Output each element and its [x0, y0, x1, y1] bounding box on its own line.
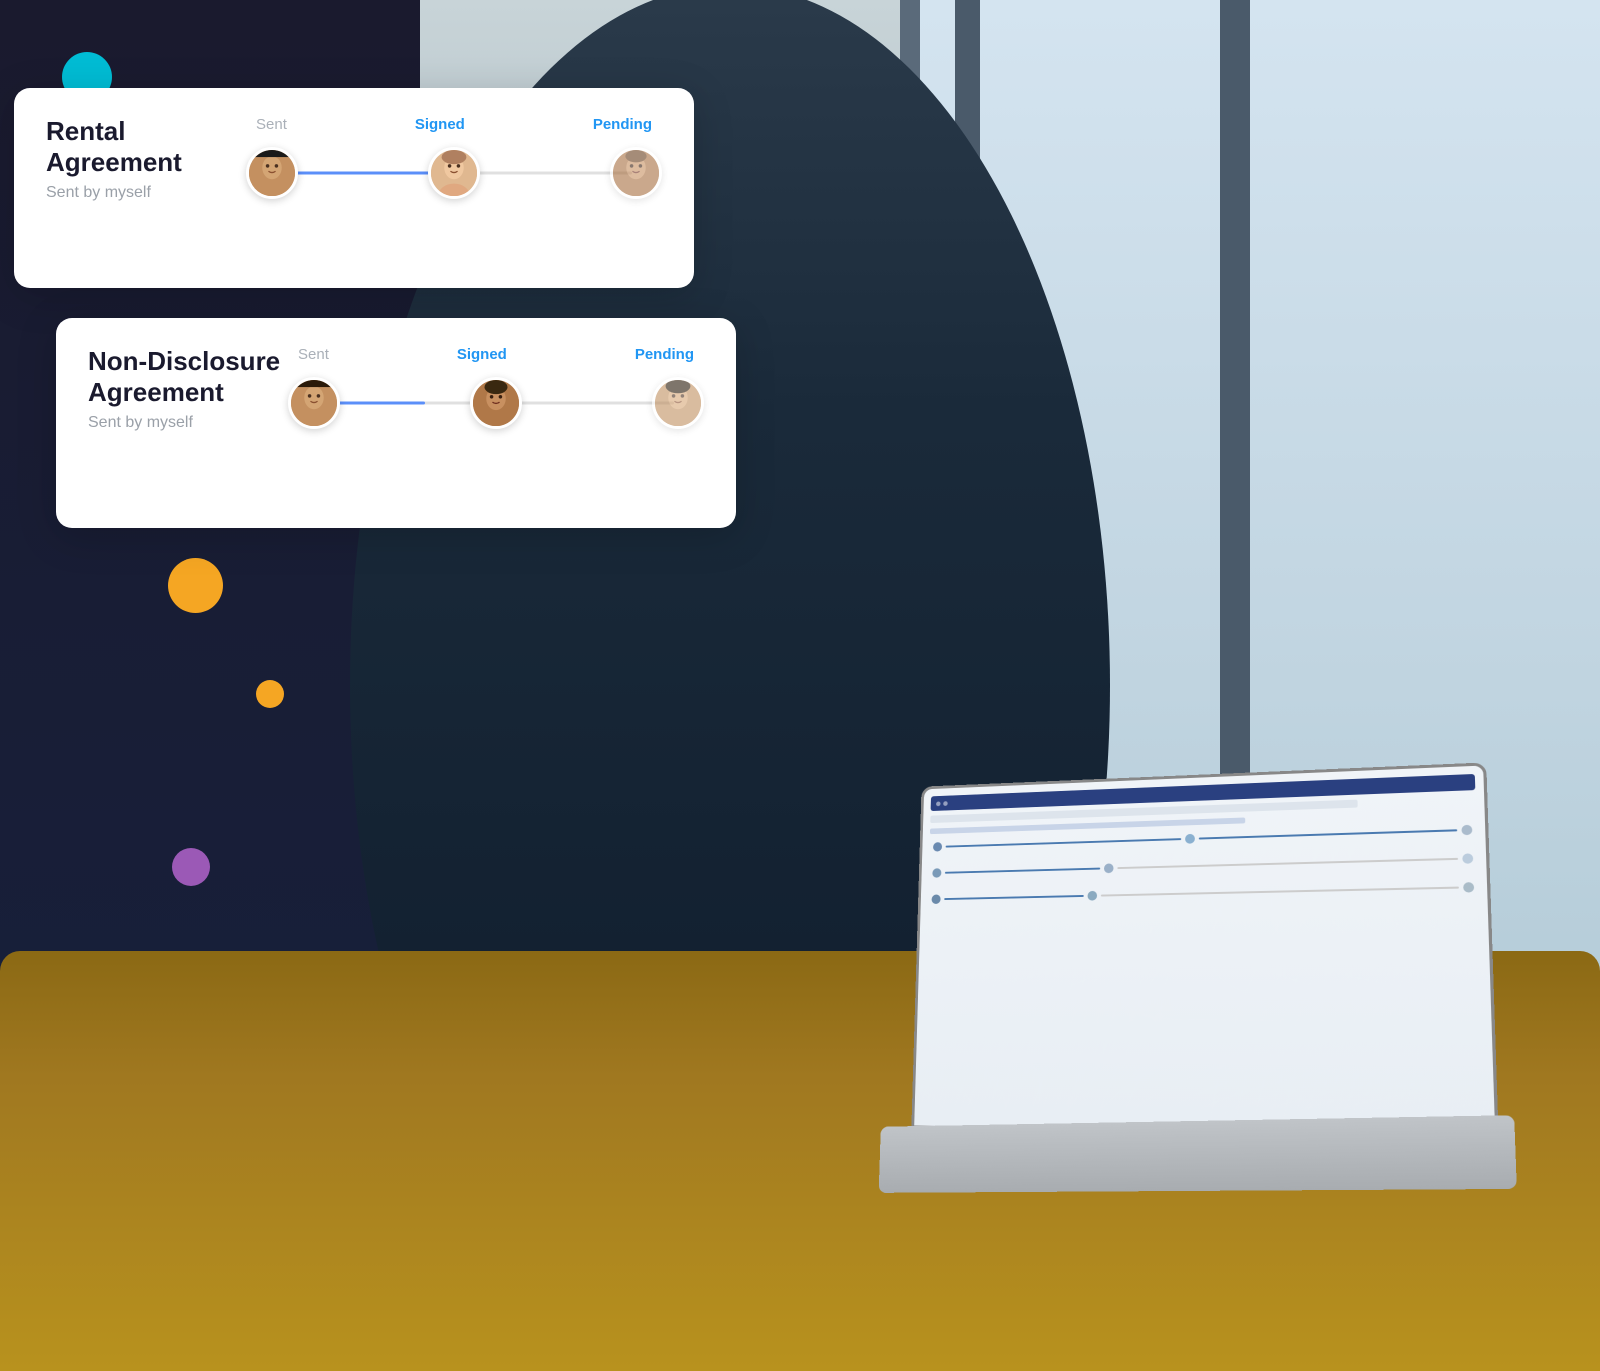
status-sent-label: Sent: [256, 116, 287, 133]
track-avatars-2: [288, 377, 704, 429]
status-signed-label: Signed: [415, 116, 465, 133]
face-2: [431, 150, 477, 196]
signer-4-avatar: [288, 377, 340, 429]
card-sent-by-2: Sent by myself: [88, 414, 288, 432]
card-progress: Sent Signed Pending: [246, 116, 662, 203]
card-title-2: Non-Disclosure Agreement: [88, 346, 288, 408]
card-sent-by: Sent by myself: [46, 184, 246, 202]
status-pending-label: Pending: [593, 116, 652, 133]
status-signed-label-2: Signed: [457, 346, 507, 363]
face-4: [291, 380, 337, 426]
status-sent-label-2: Sent: [298, 346, 329, 363]
status-labels: Sent Signed Pending: [246, 116, 662, 133]
face-6: [655, 380, 701, 426]
signer-6-avatar: [652, 377, 704, 429]
circle-yellow-small-decoration: [256, 680, 284, 708]
laptop-screen: [911, 762, 1498, 1140]
track-avatars: [246, 147, 662, 199]
nda-card: Non-Disclosure Agreement Sent by myself …: [56, 318, 736, 528]
progress-track-2: [288, 373, 704, 433]
signer-1-avatar: [246, 147, 298, 199]
circle-purple-decoration: [172, 848, 210, 886]
face-1: [249, 150, 295, 196]
card-info-2: Non-Disclosure Agreement Sent by myself: [88, 346, 288, 450]
laptop: [860, 771, 1540, 1191]
card-body: Rental Agreement Sent by myself Sent Sig…: [46, 116, 662, 220]
rental-agreement-card: Rental Agreement Sent by myself Sent Sig…: [14, 88, 694, 288]
card-info: Rental Agreement Sent by myself: [46, 116, 246, 220]
face-3: [613, 150, 659, 196]
signer-2-avatar: [428, 147, 480, 199]
card-body-2: Non-Disclosure Agreement Sent by myself …: [88, 346, 704, 450]
signer-5-avatar: [470, 377, 522, 429]
signer-3-avatar: [610, 147, 662, 199]
status-pending-label-2: Pending: [635, 346, 694, 363]
card-progress-2: Sent Signed Pending: [288, 346, 704, 433]
status-labels-2: Sent Signed Pending: [288, 346, 704, 363]
circle-yellow-large-decoration: [168, 558, 223, 613]
face-5: [473, 380, 519, 426]
card-title: Rental Agreement: [46, 116, 246, 178]
progress-track: [246, 143, 662, 203]
